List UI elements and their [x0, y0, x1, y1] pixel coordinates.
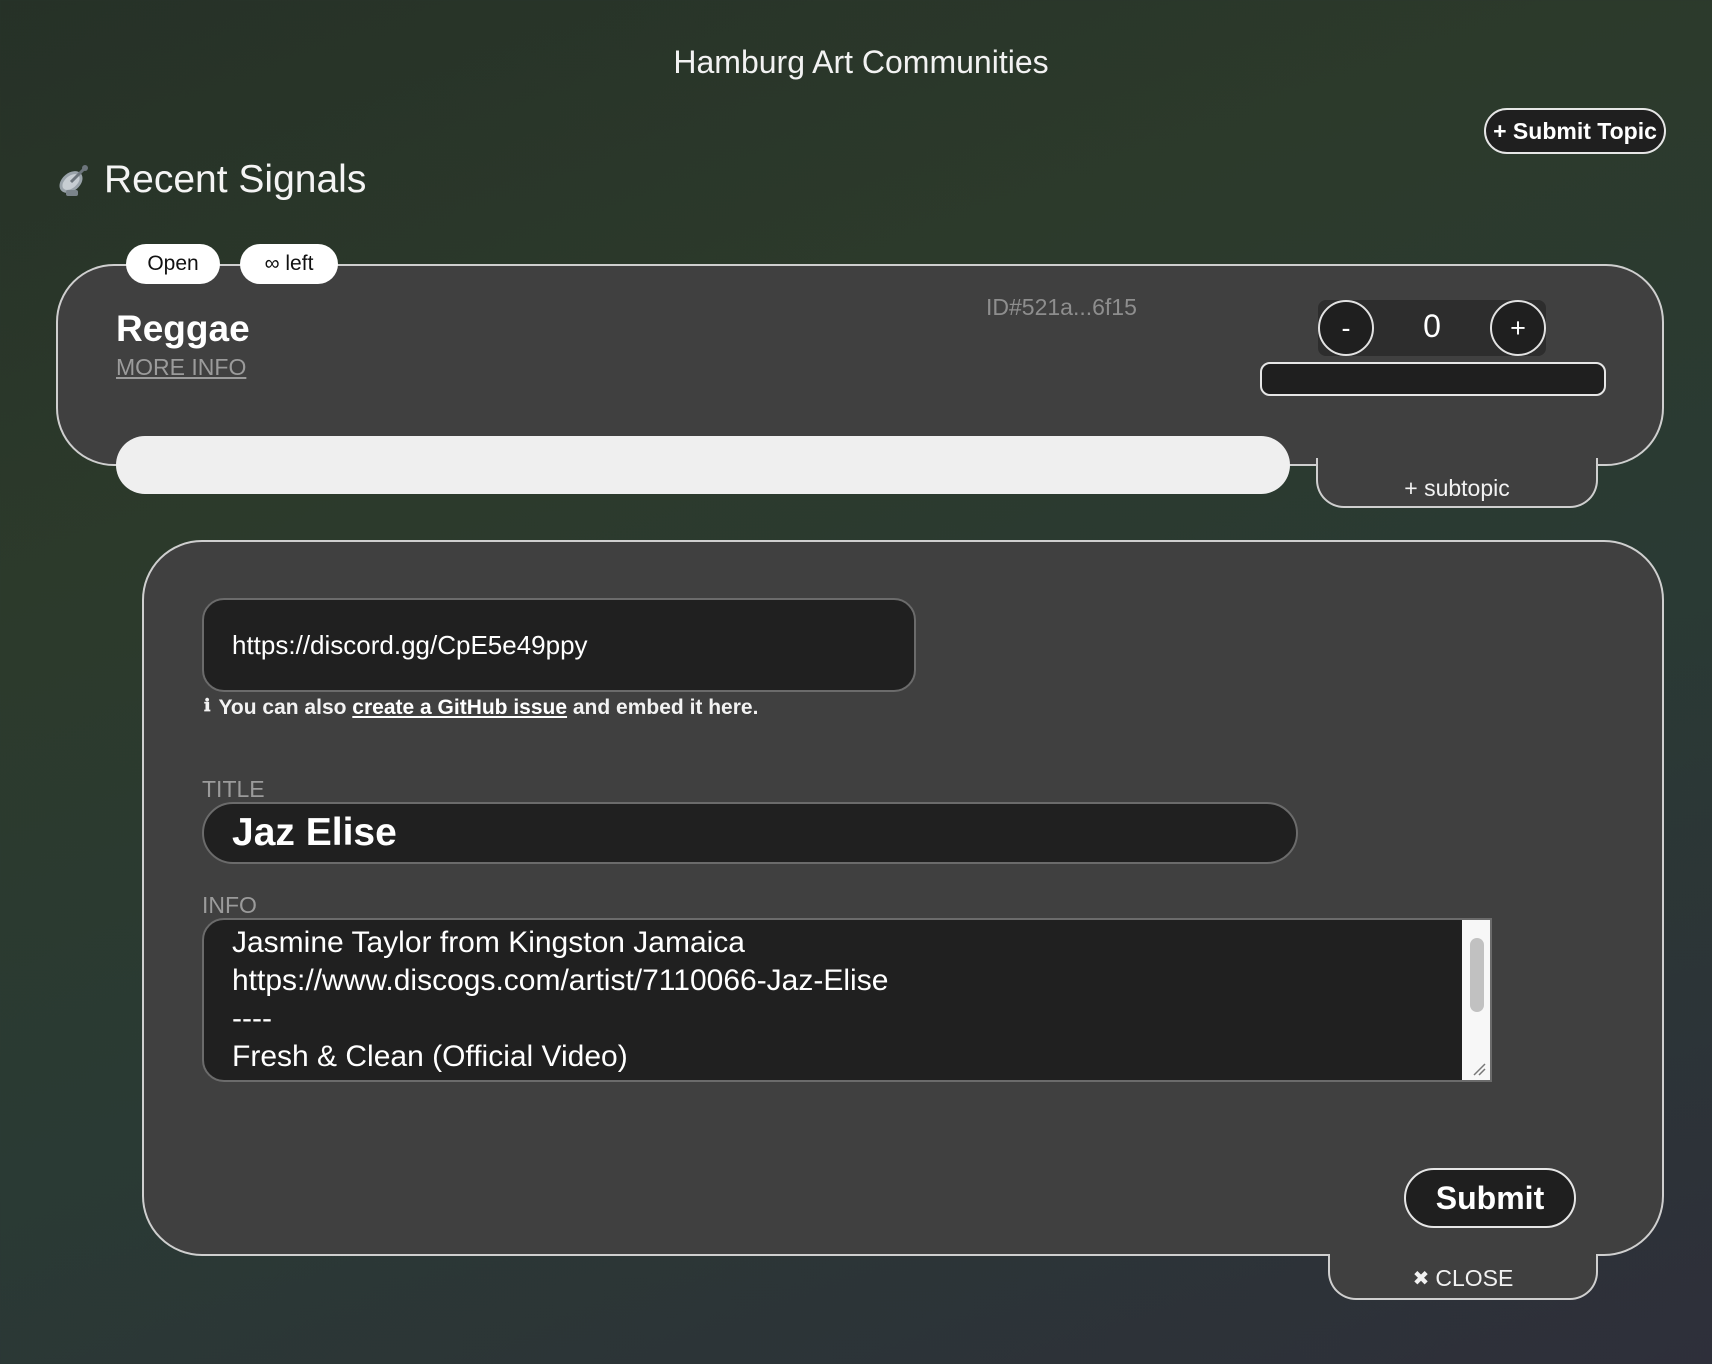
- info-label: INFO: [202, 892, 257, 918]
- vote-bar: [1260, 362, 1606, 396]
- hint-prefix: You can also: [218, 696, 353, 719]
- hint-suffix: and embed it here.: [567, 696, 759, 719]
- github-issue-link[interactable]: create a GitHub issue: [352, 696, 567, 719]
- remaining-badge: ∞ left: [240, 244, 338, 284]
- vote-count: 0: [1423, 308, 1441, 344]
- info-line: https://www.discogs.com/artist/7110066-J…: [232, 964, 889, 997]
- topic-id: ID#521a...6f15: [986, 294, 1137, 320]
- add-subtopic-button[interactable]: + subtopic: [1316, 458, 1598, 508]
- close-button[interactable]: ✖ CLOSE: [1328, 1254, 1598, 1300]
- close-label: CLOSE: [1435, 1264, 1514, 1291]
- title-label: TITLE: [202, 776, 265, 802]
- section-title: Recent Signals: [54, 158, 366, 202]
- info-text: Jasmine Taylor from Kingston Jamaica htt…: [232, 924, 888, 1076]
- title-input[interactable]: Jaz Elise: [202, 802, 1298, 864]
- section-title-text: Recent Signals: [104, 158, 367, 201]
- github-hint: ℹ You can also create a GitHub issue and …: [204, 696, 758, 720]
- url-input[interactable]: https://discord.gg/CpE5e49ppy: [202, 598, 916, 692]
- vote-up-button[interactable]: +: [1490, 300, 1546, 356]
- app-title: Hamburg Art Communities: [673, 44, 1049, 80]
- more-info-link[interactable]: MORE INFO: [116, 354, 246, 381]
- topic-progress-bar: [116, 436, 1290, 494]
- resize-grip-icon[interactable]: [1472, 1062, 1486, 1076]
- status-badge: Open: [126, 244, 220, 284]
- vote-down-button[interactable]: -: [1318, 300, 1374, 356]
- info-line: Jasmine Taylor from Kingston Jamaica: [232, 926, 745, 959]
- close-icon: ✖: [1412, 1267, 1430, 1290]
- info-icon: ℹ: [204, 696, 211, 715]
- topic-title: Reggae: [116, 308, 250, 349]
- scrollbar-thumb[interactable]: [1470, 938, 1484, 1012]
- info-textarea[interactable]: Jasmine Taylor from Kingston Jamaica htt…: [202, 918, 1492, 1082]
- info-line: ----: [232, 1002, 272, 1035]
- info-line: Fresh & Clean (Official Video): [232, 1040, 628, 1073]
- submit-button[interactable]: Submit: [1404, 1168, 1576, 1228]
- satellite-dish-icon: [54, 160, 94, 200]
- submit-topic-button[interactable]: + Submit Topic: [1484, 108, 1666, 154]
- textarea-scrollbar[interactable]: [1462, 920, 1490, 1080]
